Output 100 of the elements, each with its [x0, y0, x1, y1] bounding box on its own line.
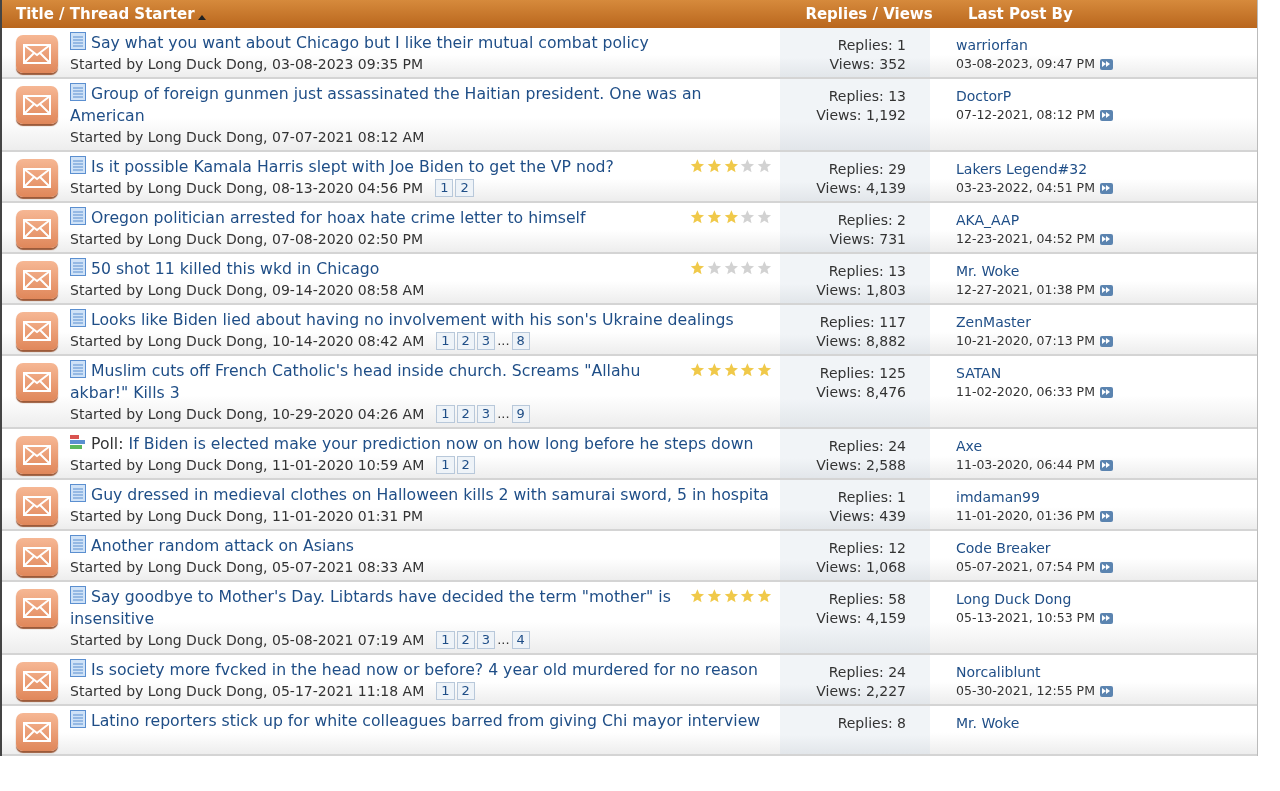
thread-starter-text: Started by Long Duck Dong, 11-01-2020 01:31 PM [70, 507, 424, 526]
page-ellipsis: ... [497, 405, 510, 423]
last-poster-link[interactable]: SATAN [956, 364, 1002, 383]
page-link[interactable]: 2 [456, 332, 475, 350]
page-link[interactable]: 3 [476, 332, 496, 350]
go-to-last-post-icon[interactable] [1099, 109, 1113, 121]
last-poster-link[interactable]: Mr. Woke [956, 714, 1020, 733]
last-poster-link[interactable]: Axe [956, 437, 983, 456]
thread-title-link[interactable]: Latino reporters stick up for white colleagues barred from giving Chi mayor interview [70, 710, 780, 732]
star-icon [757, 260, 772, 276]
page-link[interactable]: 1 [436, 682, 455, 700]
last-post-date: 05-07-2021, 07:54 PM [956, 558, 1095, 576]
last-poster-link[interactable]: warriorfan [956, 36, 1028, 55]
star-icon [740, 260, 756, 276]
document-icon [70, 258, 86, 276]
document-icon [70, 83, 86, 101]
thread-title-link[interactable]: Is society more fvcked in the head now or before? 4 year old murdered for no reason [70, 659, 780, 681]
page-link[interactable]: 1 [435, 179, 454, 197]
thread-title-link[interactable]: Looks like Biden lied about having no involvement with his son's Ukraine dealings [70, 309, 780, 331]
thread-title-link[interactable]: Muslim cuts off French Catholic's head inside church. Screams "Allahu akbar!" Kills 3 [70, 360, 690, 404]
last-post-date: 07-12-2021, 08:12 PM [956, 106, 1095, 124]
thread-title-link[interactable]: Guy dressed in medieval clothes on Halloween kills 2 with samurai sword, 5 in hospita [70, 484, 780, 506]
document-icon [70, 659, 86, 677]
last-poster-link[interactable]: AKA_AAP [956, 211, 1020, 230]
page-link[interactable]: 2 [456, 456, 475, 474]
last-poster-link[interactable]: Code Breaker [956, 539, 1051, 558]
page-link[interactable]: 8 [511, 332, 530, 350]
views-count: Views: 352 [829, 55, 906, 74]
replies-count: Replies: 1 [837, 36, 906, 55]
views-count: Views: 731 [829, 230, 906, 249]
views-count: Views: 1,068 [816, 558, 906, 577]
thread-title-link[interactable]: 50 shot 11 killed this wkd in Chicago [70, 258, 690, 280]
page-link[interactable]: 1 [436, 456, 455, 474]
envelope-icon [16, 538, 58, 576]
page-link[interactable]: 1 [436, 631, 455, 649]
last-poster-link[interactable]: Long Duck Dong [956, 590, 1072, 609]
last-poster-link[interactable]: Norcaliblunt [956, 663, 1041, 682]
page-link[interactable]: 2 [455, 179, 474, 197]
go-to-last-post-icon[interactable] [1099, 459, 1113, 471]
star-icon [706, 260, 722, 276]
last-poster-link[interactable]: Lakers Legend#32 [956, 160, 1088, 179]
thread-starter-text: Started by Long Duck Dong, 08-13-2020 04:56 PM [70, 179, 424, 198]
thread-starter-text: Started by Long Duck Dong, 05-17-2021 11:18 AM [70, 682, 425, 701]
page-link[interactable]: 1 [436, 405, 455, 423]
star-icon [740, 588, 756, 604]
sort-arrow-icon[interactable] [197, 14, 206, 20]
thread-title-link[interactable]: Say goodbye to Mother's Day. Libtards have decided the term "mother" is insensitive [70, 586, 690, 630]
thread-starter-text: Started by Long Duck Dong, 09-14-2020 08:58 AM [70, 281, 425, 300]
page-link[interactable]: 2 [456, 682, 475, 700]
star-icon [706, 588, 722, 604]
page-link[interactable]: 3 [476, 405, 496, 423]
envelope-icon [16, 312, 58, 350]
last-poster-link[interactable]: imdaman99 [956, 488, 1040, 507]
go-to-last-post-icon[interactable] [1099, 233, 1113, 245]
star-icon [740, 362, 756, 378]
last-poster-link[interactable]: DoctorP [956, 87, 1012, 106]
views-count: Views: 1,803 [816, 281, 906, 300]
thread-title-link[interactable]: Oregon politician arrested for hoax hate crime letter to himself [70, 207, 690, 229]
thread-title-link[interactable]: Another random attack on Asians [70, 535, 780, 557]
thread-title-link[interactable]: Group of foreign gunmen just assassinated the Haitian president. One was an American [70, 83, 780, 127]
envelope-icon [16, 363, 58, 401]
last-poster-link[interactable]: Mr. Woke [956, 262, 1020, 281]
star-icon [690, 588, 705, 604]
document-icon [70, 484, 86, 502]
last-post-date: 10-21-2020, 07:13 PM [956, 332, 1095, 350]
views-count: Views: 439 [829, 507, 906, 526]
page-link[interactable]: 1 [436, 332, 455, 350]
views-count: Views: 2,227 [816, 682, 906, 701]
page-ellipsis: ... [497, 631, 510, 649]
page-link[interactable]: 2 [456, 405, 475, 423]
go-to-last-post-icon[interactable] [1099, 386, 1113, 398]
envelope-icon [16, 487, 58, 525]
star-icon [740, 209, 756, 225]
last-post-date: 03-23-2022, 04:51 PM [956, 179, 1095, 197]
envelope-icon [16, 436, 58, 474]
page-link[interactable]: 9 [511, 405, 530, 423]
go-to-last-post-icon[interactable] [1099, 510, 1113, 522]
thread-title-link[interactable]: Say what you want about Chicago but I like their mutual combat policy [70, 32, 780, 54]
go-to-last-post-icon[interactable] [1099, 58, 1113, 70]
page-link[interactable]: 2 [456, 631, 475, 649]
replies-count: Replies: 13 [828, 262, 906, 281]
page-ellipsis: ... [497, 332, 510, 350]
go-to-last-post-icon[interactable] [1099, 685, 1113, 697]
page-link[interactable]: 3 [476, 631, 496, 649]
last-post-date: 05-30-2021, 12:55 PM [956, 682, 1095, 700]
page-link[interactable]: 4 [511, 631, 530, 649]
go-to-last-post-icon[interactable] [1099, 182, 1113, 194]
thread-starter-text: Started by Long Duck Dong, 05-07-2021 08:33 AM [70, 558, 425, 577]
thread-title-link[interactable]: Is it possible Kamala Harris slept with Joe Biden to get the VP nod? [70, 156, 690, 178]
document-icon [70, 207, 86, 225]
star-icon [757, 158, 772, 174]
replies-count: Replies: 117 [819, 313, 906, 332]
go-to-last-post-icon[interactable] [1099, 284, 1113, 296]
thread-starter-text: Started by Long Duck Dong, 11-01-2020 10:59 AM [70, 456, 425, 475]
go-to-last-post-icon[interactable] [1099, 335, 1113, 347]
star-icon [723, 362, 739, 378]
thread-title-link[interactable]: Poll: If Biden is elected make your prediction now on how long before he steps down [70, 433, 780, 455]
last-poster-link[interactable]: ZenMaster [956, 313, 1031, 332]
go-to-last-post-icon[interactable] [1099, 561, 1113, 573]
go-to-last-post-icon[interactable] [1099, 612, 1113, 624]
